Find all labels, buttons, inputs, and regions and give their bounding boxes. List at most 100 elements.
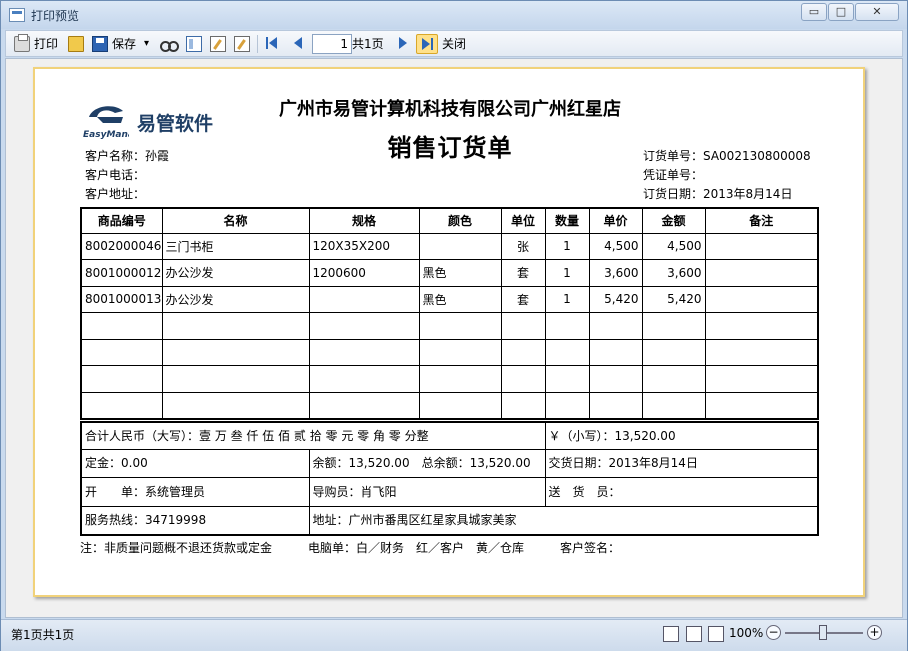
shopping-guide: 导购员：肖飞阳 [308,476,546,507]
deliverer: 送 货 员： [544,476,819,507]
table-row-empty [80,312,819,340]
store-address: 地址：广州市番禺区红星家具城家美家 [308,505,819,536]
cell-color [418,232,502,260]
total-lowercase: ￥（小写）：13,520.00 [544,421,819,450]
cell-spec [308,285,420,313]
summary-table: 合计人民币（大写）：壹 万 叁 仟 伍 佰 贰 拾 零 元 零 角 零 分整 ￥… [80,421,819,536]
table-row-empty [80,338,819,366]
zoom-in-button[interactable]: + [867,625,882,640]
cell-amount: 4,500 [641,232,706,260]
preview-viewport[interactable]: EasyManage 易管软件 广州市易管计算机科技有限公司广州红星店 销售订货… [5,58,903,618]
company-logo: EasyManage 易管软件 [83,103,223,139]
cell-color: 黑色 [418,285,502,313]
previous-page-icon[interactable] [294,37,302,49]
issuer: 开 单：系统管理员 [80,476,310,507]
cell-note [704,232,819,260]
cell-price: 3,600 [588,259,643,287]
last-page-icon[interactable] [416,34,438,54]
logo-text: 易管软件 [137,113,214,135]
document-title: 销售订货单 [387,133,513,162]
table-row: 8002000046 三门书柜 120X35X200 张 1 4,500 4,5… [80,232,819,260]
column-header: 单价 [588,207,643,234]
cell-price: 5,420 [588,285,643,313]
page-total-label: 共1页 [352,37,384,51]
customer-phone: 客户电话： [85,168,146,182]
cell-spec: 120X35X200 [308,232,420,260]
customer-info: 客户名称：孙霞 客户电话： 客户地址： [85,147,169,204]
page-number-input[interactable]: 1 [312,34,352,54]
find-binoculars-icon[interactable] [160,36,179,52]
customer-address: 客户地址： [85,187,146,201]
cell-qty: 1 [544,285,590,313]
column-header: 商品编号 [80,207,163,234]
cell-amount: 5,420 [641,285,706,313]
column-header: 规格 [308,207,420,234]
table-row-empty [80,365,819,393]
page-status: 第1页共1页 [11,628,75,642]
cell-name: 办公沙发 [161,259,310,287]
zoom-slider-thumb[interactable] [819,625,827,640]
cell-unit: 套 [500,259,546,287]
cell-qty: 1 [544,259,590,287]
cell-spec: 1200600 [308,259,420,287]
items-table: 商品编号 名称 规格 颜色 单位 数量 单价 金额 备注 8002000046 [80,207,819,420]
status-bar: 第1页共1页 100% − + [1,619,907,651]
column-header: 名称 [161,207,310,234]
print-button[interactable]: 打印 [34,35,58,53]
total-uppercase: 合计人民币（大写）：壹 万 叁 仟 伍 佰 贰 拾 零 元 零 角 零 分整 [80,421,546,450]
edit-icon[interactable] [234,36,250,52]
logo-sub-text: EasyManage [83,130,129,139]
save-dropdown-arrow[interactable]: ▾ [144,35,149,53]
cell-code: 8001000013 [80,285,163,313]
maximize-button[interactable]: □ [828,3,854,21]
open-folder-icon[interactable] [68,36,84,52]
column-header: 单位 [500,207,546,234]
print-preview-app-icon [9,8,25,22]
order-info: 订货单号：SA002130800008 凭证单号： 订货日期：2013年8月14… [643,147,811,204]
toolbar: 打印 保存 ▾ 1 共1页 关闭 [5,30,903,57]
cell-qty: 1 [544,232,590,260]
single-page-view-icon[interactable] [663,626,679,642]
cell-unit: 套 [500,285,546,313]
balance: 余额：13,520.00 总余额：13,520.00 [308,448,546,478]
deposit: 定金：0.00 [80,448,310,478]
cell-note [704,285,819,313]
zoom-level: 100% [729,626,764,640]
cell-code: 8002000046 [80,232,163,260]
close-window-button[interactable]: ✕ [855,3,899,21]
order-date: 订货日期：2013年8月14日 [643,187,793,201]
print-preview-window: 打印预览 ▭ □ ✕ 打印 保存 ▾ 1 共1页 关闭 EasyManag [0,0,908,651]
toolbar-separator [257,35,258,53]
table-header-row: 商品编号 名称 规格 颜色 单位 数量 单价 金额 备注 [80,207,819,234]
cell-note [704,259,819,287]
save-disk-icon[interactable] [92,36,108,52]
table-row: 8001000013 办公沙发 黑色 套 1 5,420 5,420 [80,285,819,313]
column-header: 颜色 [418,207,502,234]
next-page-icon[interactable] [399,37,407,49]
save-button[interactable]: 保存 [112,35,136,53]
order-number: 订货单号：SA002130800008 [643,149,811,163]
voucher-number: 凭证单号： [643,168,704,182]
cell-price: 4,500 [588,232,643,260]
title-bar: 打印预览 ▭ □ ✕ [1,1,907,29]
first-page-icon[interactable] [266,37,277,49]
cell-color: 黑色 [418,259,502,287]
cell-code: 8001000012 [80,259,163,287]
close-preview-button[interactable]: 关闭 [442,35,466,53]
properties-icon[interactable] [210,36,226,52]
cell-amount: 3,600 [641,259,706,287]
column-header: 金额 [641,207,706,234]
cell-unit: 张 [500,232,546,260]
table-row-empty [80,391,819,419]
column-header: 备注 [704,207,819,234]
multi-page-view-icon[interactable] [708,626,724,642]
table-row: 8001000012 办公沙发 1200600 黑色 套 1 3,600 3,6… [80,259,819,287]
printer-icon[interactable] [14,34,30,52]
customer-name: 客户名称：孙霞 [85,149,170,163]
zoom-out-button[interactable]: − [766,625,781,640]
page-setup-icon[interactable] [186,36,202,52]
delivery-date: 交货日期：2013年8月14日 [544,448,819,478]
easymanage-logo-icon: EasyManage [83,106,129,139]
two-page-view-icon[interactable] [686,626,702,642]
minimize-button[interactable]: ▭ [801,3,827,21]
